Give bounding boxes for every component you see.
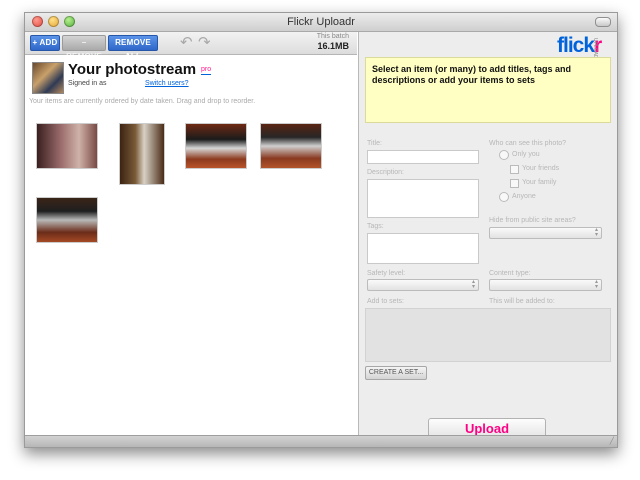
privacy-option-label: Anyone (512, 193, 536, 200)
batch-size: 16.1MB (317, 41, 349, 51)
content-type-select[interactable]: ▴ ▾ (489, 279, 602, 291)
photo-thumbnail[interactable] (36, 123, 98, 169)
resize-grip-icon[interactable]: ╱ (610, 438, 614, 445)
chevron-updown-icon: ▴ ▾ (594, 279, 598, 290)
tags-label: Tags: (367, 223, 384, 230)
will-be-added-label: This will be added to: (489, 298, 555, 305)
remove-all-button[interactable]: REMOVE ALL (108, 35, 158, 61)
title-field[interactable] (367, 150, 479, 164)
pro-badge: pro (201, 66, 212, 75)
tags-field[interactable] (367, 233, 479, 264)
sets-list[interactable] (365, 308, 611, 362)
help-box: Select an item (or many) to add titles, … (365, 57, 611, 123)
hide-from-public-label: Hide from public site areas? (489, 217, 576, 224)
photostream-pane: Your photostream pro Signed in as Switch… (25, 55, 357, 435)
order-hint: Your items are currently ordered by date… (29, 98, 256, 105)
who-can-see-label: Who can see this photo? (489, 140, 567, 147)
photo-thumbnail[interactable] (260, 123, 322, 169)
uploadr-window: Flickr Uploadr + ADD − REMOVE REMOVE ALL… (24, 12, 618, 448)
rotate-right-icon[interactable]: ↷ (198, 35, 211, 50)
add-button[interactable]: + ADD (30, 35, 60, 51)
batch-label: This batch (316, 33, 349, 40)
privacy-option-label: Only you (512, 151, 540, 158)
privacy-check-friends[interactable] (510, 165, 519, 174)
photo-thumbnail[interactable] (119, 123, 165, 185)
create-set-button[interactable]: CREATE A SET... (365, 366, 427, 380)
signed-in-label: Signed in as (68, 80, 107, 87)
page-title: Your photostream (68, 61, 197, 78)
privacy-radio-only-you[interactable] (499, 150, 509, 160)
privacy-radio-anyone[interactable] (499, 192, 509, 202)
window-title: Flickr Uploadr (287, 16, 355, 28)
toolbar-toggle-button[interactable] (595, 17, 611, 27)
photo-thumbnail[interactable] (36, 197, 98, 243)
title-bar: Flickr Uploadr (25, 13, 617, 32)
photo-thumbnail[interactable] (185, 123, 247, 169)
safety-level-select[interactable]: ▴ ▾ (367, 279, 479, 291)
description-label: Description: (367, 169, 404, 176)
remove-button[interactable]: − REMOVE (62, 35, 106, 61)
chevron-updown-icon: ▴ ▾ (471, 279, 475, 290)
privacy-option-label: Your friends (522, 165, 560, 172)
details-pane: flickr UPLOADR Select an item (or many) … (358, 32, 617, 440)
title-label: Title: (367, 140, 382, 147)
privacy-option-label: Your family (522, 179, 557, 186)
toolbar: + ADD − REMOVE REMOVE ALL ↶ ↷ This batch… (25, 32, 357, 61)
rotate-left-icon[interactable]: ↶ (180, 35, 193, 50)
add-to-sets-label: Add to sets: (367, 298, 404, 305)
chevron-updown-icon: ▴ ▾ (594, 227, 598, 238)
hide-from-public-select[interactable]: ▴ ▾ (489, 227, 602, 239)
status-bar: ╱ (25, 435, 617, 447)
content-type-label: Content type: (489, 270, 531, 277)
switch-users-link[interactable]: Switch users? (145, 80, 189, 87)
description-field[interactable] (367, 179, 479, 218)
safety-level-label: Safety level: (367, 270, 406, 277)
privacy-check-family[interactable] (510, 179, 519, 188)
help-text: Select an item (or many) to add titles, … (372, 64, 572, 85)
avatar (32, 62, 64, 94)
